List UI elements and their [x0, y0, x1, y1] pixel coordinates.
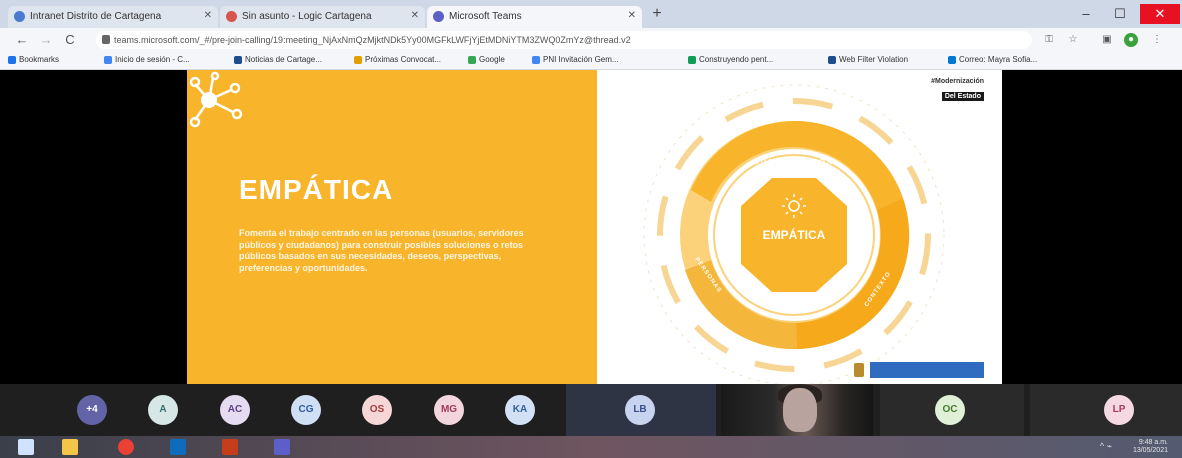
close-tab-icon[interactable]: ✕: [204, 10, 212, 21]
bookmark-label: Correo: Mayra Sofia...: [959, 55, 1038, 64]
wheel-label-top: COMUNICACIÓN: [754, 157, 834, 166]
bookmark-label: Bookmarks: [19, 55, 60, 64]
bookmark-item[interactable]: Próximas Convocat...: [354, 55, 441, 64]
browser-tab-label: Intranet Distrito de Cartagena: [30, 11, 162, 22]
close-window-button[interactable]: ✕: [1140, 4, 1180, 24]
slide-left-panel: EMPÁTICA Fomenta el trabajo centrado en …: [187, 70, 597, 384]
slide-body-text: Fomenta el trabajo centrado en las perso…: [239, 228, 524, 273]
bookmark-label: Noticias de Cartage...: [245, 55, 322, 64]
participant-avatar[interactable]: OS: [362, 395, 392, 425]
empatica-wheel: EMPÁTICA COMUNICACIÓN CONTEXTO PERSONAS: [643, 84, 945, 384]
close-tab-icon[interactable]: ✕: [411, 10, 419, 21]
outlook-icon: [948, 56, 956, 64]
crest-icon: [854, 363, 864, 377]
participant-avatar[interactable]: LP: [1104, 395, 1134, 425]
back-button[interactable]: ←: [14, 32, 30, 48]
menu-icon[interactable]: ⋮: [1150, 33, 1164, 47]
reload-button[interactable]: C: [62, 32, 78, 48]
participant-avatar[interactable]: +4: [77, 395, 107, 425]
bookmark-item[interactable]: Google: [468, 55, 505, 64]
participant-avatar[interactable]: KA: [505, 395, 535, 425]
bookmark-label: Construyendo pent...: [699, 55, 774, 64]
extensions-icon[interactable]: ▣: [1100, 33, 1114, 47]
bookmark-icon: [828, 56, 836, 64]
bookmark-item[interactable]: Correo: Mayra Sofia...: [948, 55, 1037, 64]
start-icon[interactable]: [18, 439, 34, 455]
bookmark-item[interactable]: PNI Invitación Gem...: [532, 55, 619, 64]
bookmark-item[interactable]: Inicio de sesión - C...: [104, 55, 190, 64]
wheel-center-label: EMPÁTICA: [763, 227, 826, 242]
bookmarks-bar: Bookmarks Inicio de sesión - C... Notici…: [0, 52, 1182, 70]
outlook-icon[interactable]: [170, 439, 186, 455]
maximize-button[interactable]: ☐: [1104, 4, 1136, 24]
screen: Intranet Distrito de Cartagena ✕ Sin asu…: [0, 0, 1182, 458]
system-tray[interactable]: ^ ⌁: [1100, 441, 1112, 452]
participant-avatar[interactable]: AC: [220, 395, 250, 425]
bookmark-item[interactable]: Bookmarks: [8, 55, 59, 64]
google-icon: [468, 56, 476, 64]
participant-avatar[interactable]: MG: [434, 395, 464, 425]
government-logo-bar: [854, 362, 984, 378]
windows-taskbar: ^ ⌁ 9:48 a.m. 13/05/2021: [0, 436, 1182, 458]
video-face: [783, 388, 817, 432]
google-icon: [532, 56, 540, 64]
bookmark-label: Google: [479, 55, 505, 64]
participant-video[interactable]: [721, 384, 873, 436]
minimize-button[interactable]: –: [1070, 4, 1102, 24]
mail-icon: [226, 11, 237, 22]
bookmark-item[interactable]: Noticias de Cartage...: [234, 55, 322, 64]
bookmark-item[interactable]: Web Filter Violation: [828, 55, 908, 64]
taskbar-clock[interactable]: 9:48 a.m. 13/05/2021: [1133, 439, 1168, 455]
participant-avatar[interactable]: LB: [625, 395, 655, 425]
network-icon: [189, 71, 243, 128]
shared-slide: EMPÁTICA Fomenta el trabajo centrado en …: [187, 70, 1002, 384]
slide-right-panel: #Modernización Del Estado EMPÁTICA COMUN…: [597, 70, 1002, 384]
bookmark-icon: [354, 56, 362, 64]
apps-icon: [8, 56, 16, 64]
participant-avatar[interactable]: OC: [935, 395, 965, 425]
key-icon[interactable]: ⚿: [1042, 33, 1056, 47]
participants-bar: +4 A AC CG OS MG KA LB OC LP: [0, 384, 1182, 436]
browser-tab-strip: Intranet Distrito de Cartagena ✕ Sin asu…: [0, 0, 1182, 28]
lock-icon: [102, 35, 110, 44]
browser-toolbar: ← → C teams.microsoft.com/_#/pre-join-ca…: [0, 28, 1182, 52]
bookmark-label: PNI Invitación Gem...: [543, 55, 619, 64]
powerpoint-icon[interactable]: [222, 439, 238, 455]
star-icon[interactable]: ☆: [1066, 33, 1080, 47]
clock-date: 13/05/2021: [1132, 447, 1168, 454]
teams-icon: [433, 11, 444, 22]
bookmark-label: Inicio de sesión - C...: [115, 55, 190, 64]
google-icon: [104, 56, 112, 64]
teams-icon[interactable]: [274, 439, 290, 455]
globe-icon: [14, 11, 25, 22]
government-banner: [870, 362, 984, 378]
bookmark-icon: [234, 56, 242, 64]
forward-button[interactable]: →: [38, 32, 54, 48]
new-tab-button[interactable]: +: [648, 6, 666, 24]
clock-time: 9:48 a.m.: [1138, 439, 1168, 446]
file-explorer-icon[interactable]: [62, 439, 78, 455]
url-text: teams.microsoft.com/_#/pre-join-calling/…: [114, 35, 631, 45]
browser-tab-active[interactable]: Microsoft Teams ✕: [427, 6, 642, 28]
browser-tab-label: Microsoft Teams: [449, 11, 522, 22]
profile-avatar[interactable]: ●: [1124, 33, 1138, 47]
teams-stage: EMPÁTICA Fomenta el trabajo centrado en …: [0, 70, 1182, 384]
browser-tab[interactable]: Intranet Distrito de Cartagena ✕: [8, 6, 218, 28]
chrome-icon[interactable]: [118, 439, 134, 455]
close-tab-icon[interactable]: ✕: [628, 10, 636, 21]
bookmark-item[interactable]: Construyendo pent...: [688, 55, 773, 64]
browser-tab-label: Sin asunto - Logic Cartagena: [242, 11, 372, 22]
bookmark-label: Web Filter Violation: [839, 55, 909, 64]
slide-title: EMPÁTICA: [239, 174, 394, 205]
participant-avatar[interactable]: CG: [291, 395, 321, 425]
address-bar[interactable]: teams.microsoft.com/_#/pre-join-calling/…: [96, 31, 1032, 49]
browser-tab[interactable]: Sin asunto - Logic Cartagena ✕: [220, 6, 425, 28]
bookmark-label: Próximas Convocat...: [365, 55, 442, 64]
bookmark-icon: [688, 56, 696, 64]
participant-avatar[interactable]: A: [148, 395, 178, 425]
